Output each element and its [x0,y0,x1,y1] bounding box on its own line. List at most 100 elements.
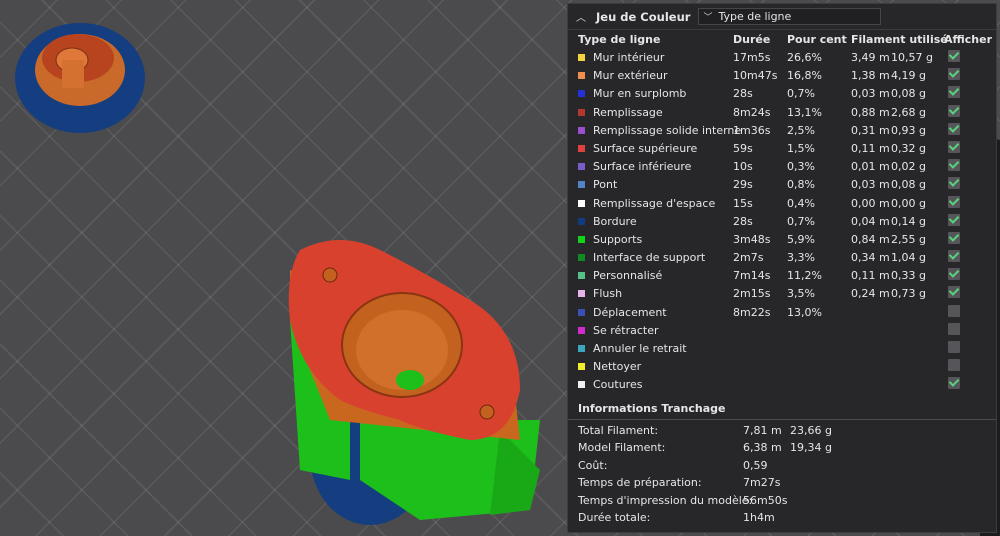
color-swatch [578,272,585,280]
info-value-secondary: 23,66 g [790,423,832,437]
info-value: 0,59 [743,458,768,472]
weight-cell: 0,14 g [891,214,926,228]
duration-cell: 8m22s [733,305,771,319]
length-cell: 0,11 m [851,269,890,283]
length-cell: 0,34 m [851,251,890,265]
duration-cell: 8m24s [733,105,771,119]
visibility-checkbox[interactable] [948,50,960,62]
visibility-checkbox[interactable] [948,104,960,117]
line-type-dropdown[interactable]: ﹀ Type de ligne [698,8,882,25]
line-type-name: Supports [593,232,643,246]
visibility-checkbox[interactable] [948,341,960,353]
line-type-name: Personnalisé [593,269,663,283]
slicing-info: Total Filament: 7,81 m 23,66 g Model Filame… [568,422,996,527]
visibility-checkbox[interactable] [948,268,960,281]
table-row: Mur intérieur 17m5s 26,6% 3,49 m 10,57 g [568,48,996,66]
header-show: Afficher [944,33,993,46]
weight-cell: 2,68 g [891,105,926,119]
visibility-checkbox[interactable] [948,286,960,299]
percent-cell: 11,2% [787,269,822,283]
length-cell: 0,04 m [851,214,890,228]
color-swatch [578,235,585,243]
line-type-table: Mur intérieur 17m5s 26,6% 3,49 m 10,57 g Mur … [568,48,996,394]
weight-cell: 1,04 g [891,251,926,265]
color-swatch [578,144,585,152]
line-type-name: Déplacement [593,305,667,319]
line-type-name: Mur en surplomb [593,87,687,101]
percent-cell: 5,9% [787,232,815,246]
table-row: Remplissage 8m24s 13,1% 0,88 m 2,68 g [568,103,996,121]
percent-cell: 13,0% [787,305,822,319]
header-percent: Pour cent [787,33,847,46]
visibility-checkbox[interactable] [948,304,960,317]
info-row: Temps d'impression du modèle: 56m50s [568,492,996,510]
weight-cell: 0,08 g [891,87,926,101]
visibility-checkbox[interactable] [948,213,960,226]
info-row: Coût: 0,59 [568,457,996,475]
line-type-name: Annuler le retrait [593,342,687,355]
visibility-checkbox[interactable] [948,377,960,390]
length-cell: 3,49 m [851,51,890,64]
table-row: Mur en surplomb 28s 0,7% 0,03 m 0,08 g [568,84,996,102]
table-row: Supports 3m48s 5,9% 0,84 m 2,55 g [568,230,996,248]
weight-cell: 0,32 g [891,141,926,155]
table-row: Surface inférieure 10s 0,3% 0,01 m 0,02 g [568,157,996,175]
length-cell: 0,31 m [851,123,890,137]
visibility-checkbox[interactable] [948,250,960,263]
info-row: Model Filament: 6,38 m 19,34 g [568,439,996,457]
info-value: 7,81 m [743,423,782,437]
line-type-name: Remplissage solide interne [593,123,742,137]
chevron-down-icon: ﹀ [703,13,713,23]
weight-cell: 0,02 g [891,160,926,174]
percent-cell: 0,7% [787,87,815,101]
table-row: Remplissage solide interne 1m36s 2,5% 0,31 … [568,121,996,139]
table-row: Annuler le retrait [568,339,996,357]
info-value-secondary: 19,34 g [790,441,832,455]
duration-cell: 2m7s [733,251,764,265]
color-swatch [578,363,585,371]
visibility-checkbox[interactable] [948,177,960,190]
info-label: Durée totale: [578,511,651,525]
duration-cell: 29s [733,178,753,192]
line-type-name: Interface de support [593,251,706,265]
visibility-checkbox[interactable] [948,68,960,81]
table-row: Mur extérieur 10m47s 16,8% 1,38 m 4,19 g [568,66,996,84]
table-row: Bordure 28s 0,7% 0,04 m 0,14 g [568,212,996,230]
visibility-checkbox[interactable] [948,231,960,244]
duration-cell: 3m48s [733,232,771,246]
length-cell: 0,11 m [851,141,890,155]
collapse-chevron-icon[interactable]: ︿ [576,9,588,24]
info-label: Coût: [578,458,608,472]
panel-header: ︿ Jeu de Couleur ﹀ Type de ligne [568,4,996,30]
table-row: Nettoyer [568,357,996,375]
length-cell: 0,88 m [851,105,890,119]
duration-cell: 59s [733,141,753,155]
slicing-info-title: Informations Tranchage [568,399,996,420]
visibility-checkbox[interactable] [948,159,960,172]
percent-cell: 0,4% [787,196,815,210]
visibility-checkbox[interactable] [948,140,960,153]
line-type-name: Remplissage [593,105,663,119]
visibility-checkbox[interactable] [948,122,960,135]
large-model-preview [288,240,540,525]
length-cell: 0,03 m [851,178,890,192]
table-header: Type de ligne Durée Pour cent Filament u… [568,30,996,48]
header-filament: Filament utilisé [851,33,948,46]
line-type-name: Remplissage d'espace [593,196,716,210]
line-type-name: Mur intérieur [593,51,665,64]
visibility-checkbox[interactable] [948,86,960,99]
color-scheme-panel: ︿ Jeu de Couleur ﹀ Type de ligne Type de… [567,3,997,533]
visibility-checkbox[interactable] [948,322,960,335]
duration-cell: 28s [733,214,753,228]
info-label: Model Filament: [578,441,666,455]
percent-cell: 2,5% [787,123,815,137]
table-row: Interface de support 2m7s 3,3% 0,34 m 1,04 g [568,248,996,266]
line-type-name: Pont [593,178,618,192]
duration-cell: 17m5s [733,51,771,64]
percent-cell: 16,8% [787,69,822,83]
color-swatch [578,217,585,225]
visibility-checkbox[interactable] [948,195,960,208]
info-row: Temps de préparation: 7m27s [568,474,996,492]
visibility-checkbox[interactable] [948,359,960,372]
color-swatch [578,181,585,189]
